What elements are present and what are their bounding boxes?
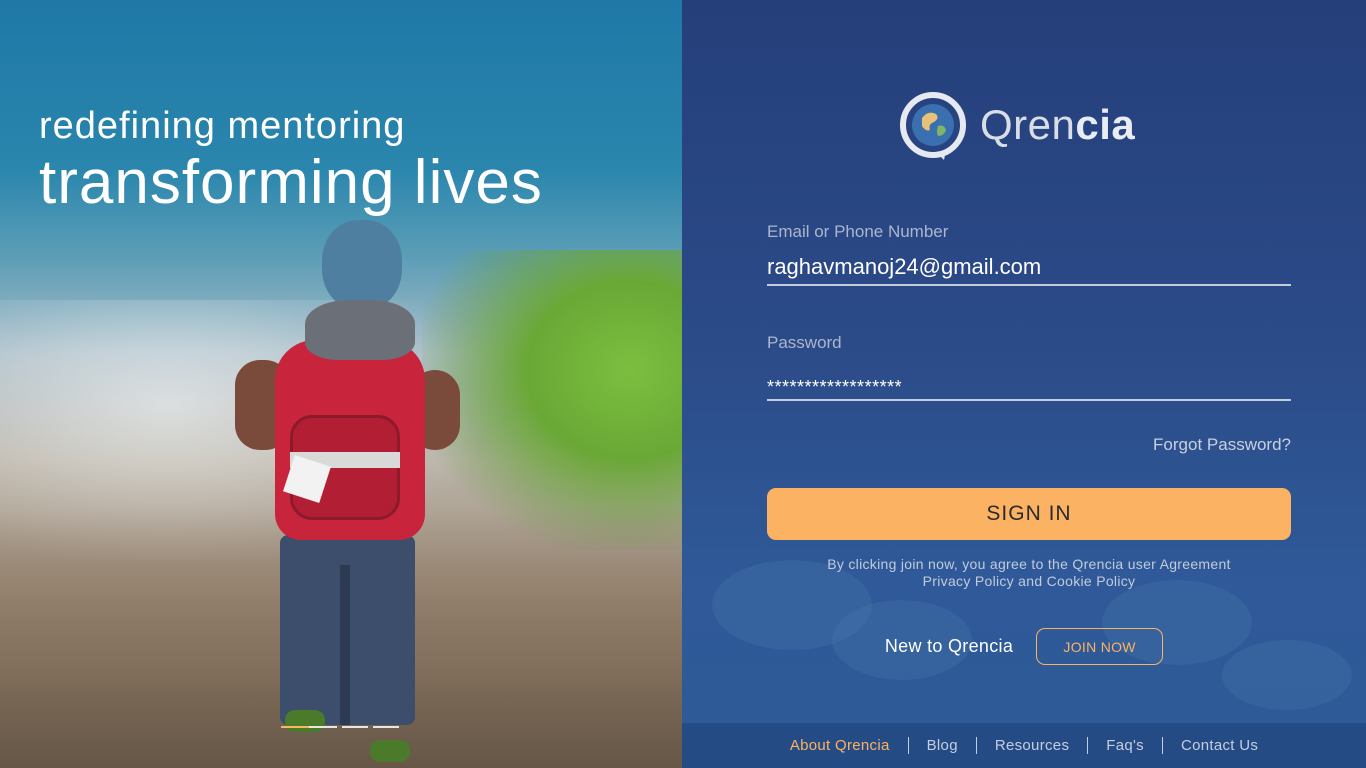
child-hood [305, 300, 415, 360]
hero-child-illustration [230, 220, 470, 768]
password-input[interactable]: ****************** [767, 377, 1291, 399]
password-field-label: Password [767, 333, 842, 352]
child-legs [280, 535, 415, 725]
hero-tagline-line1: redefining mentoring [39, 105, 406, 147]
password-field-underline [767, 399, 1291, 401]
child-shoe-right [370, 740, 410, 762]
brand-logo[interactable]: Qrencia [896, 80, 1156, 170]
carousel-indicator-1[interactable] [281, 726, 337, 728]
brand-wordmark: Qrencia [980, 101, 1135, 149]
brand-wordmark-light: Qren [980, 101, 1076, 148]
footer-link-blog[interactable]: Blog [909, 737, 976, 754]
globe-chat-icon [896, 88, 970, 162]
carousel-indicator-3[interactable] [373, 726, 399, 728]
footer-link-faqs[interactable]: Faq's [1088, 737, 1162, 754]
login-panel: Qrencia Email or Phone Number raghavmano… [682, 0, 1366, 768]
agreement-text: By clicking join now, you agree to the Q… [767, 556, 1291, 590]
agreement-line-1[interactable]: By clicking join now, you agree to the Q… [767, 556, 1291, 573]
hero-tagline: redefining mentoring transforming lives [39, 104, 543, 218]
join-row: New to Qrencia JOIN NOW [682, 628, 1366, 665]
footer-link-contact[interactable]: Contact Us [1163, 737, 1276, 754]
footer-link-about[interactable]: About Qrencia [772, 737, 908, 754]
carousel-indicators [281, 726, 399, 728]
footer-link-resources[interactable]: Resources [977, 737, 1087, 754]
brand-wordmark-bold: cia [1075, 101, 1136, 148]
new-user-prompt: New to Qrencia [884, 636, 1014, 656]
email-field-underline [767, 284, 1291, 286]
email-field-label: Email or Phone Number [767, 222, 949, 241]
email-input[interactable]: raghavmanoj24@gmail.com [767, 254, 1291, 284]
email-field[interactable]: Email or Phone Number raghavmanoj24@gmai… [767, 222, 1291, 286]
forgot-password-link[interactable]: Forgot Password? [1153, 435, 1291, 455]
hero-tagline-line2: transforming lives [39, 148, 543, 217]
join-now-button[interactable]: JOIN NOW [1036, 628, 1164, 665]
password-field[interactable]: Password ****************** [767, 333, 1291, 401]
child-head [322, 220, 402, 310]
sign-in-button[interactable]: SIGN IN [767, 488, 1291, 540]
footer-nav: About Qrencia Blog Resources Faq's Conta… [682, 723, 1366, 768]
carousel-indicator-2[interactable] [342, 726, 368, 728]
hero-image-panel: redefining mentoring transforming lives [0, 0, 682, 768]
child-shoe-left [285, 710, 325, 732]
agreement-line-2[interactable]: Privacy Policy and Cookie Policy [767, 573, 1291, 590]
